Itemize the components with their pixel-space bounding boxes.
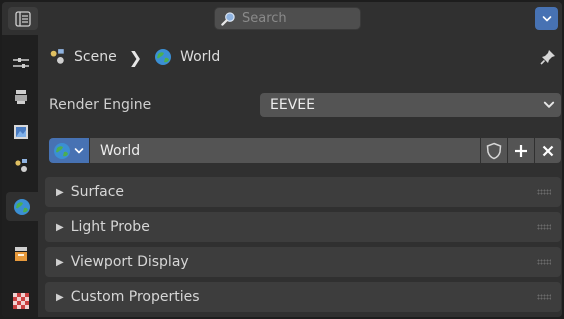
options-dropdown-button[interactable] <box>535 7 558 30</box>
world-icon <box>54 142 70 159</box>
texture-icon <box>12 292 29 309</box>
tool-icon <box>12 57 29 68</box>
world-icon <box>14 198 30 215</box>
breadcrumb: Scene ❯ World <box>48 45 220 69</box>
drag-handle-icon[interactable] <box>537 259 551 265</box>
tab-world[interactable] <box>6 192 38 221</box>
tab-texture[interactable] <box>6 286 35 315</box>
panel-label: Surface <box>70 184 125 200</box>
world-datablock-selector: World <box>49 138 561 163</box>
properties-tab-bar <box>2 35 38 317</box>
panel-custom-properties[interactable]: ▶ Custom Properties <box>45 282 561 312</box>
world-name-field[interactable]: World <box>90 138 480 163</box>
pin-button[interactable] <box>538 47 558 67</box>
chevron-down-icon <box>74 147 84 153</box>
render-engine-label: Render Engine <box>49 97 152 113</box>
search-icon <box>221 12 235 26</box>
chevron-down-icon <box>542 15 551 21</box>
tab-collection[interactable] <box>6 239 35 268</box>
world-name-value: World <box>100 142 141 159</box>
tab-tool[interactable] <box>6 48 35 77</box>
world-icon <box>155 49 172 65</box>
panel-viewport-display[interactable]: ▶ Viewport Display <box>45 247 561 277</box>
render-engine-value: EEVEE <box>270 97 315 113</box>
world-properties-panel: Scene ❯ World Render Engine EEVEE World … <box>38 35 562 317</box>
editor-type-button[interactable] <box>8 7 38 30</box>
panel-label: Light Probe <box>70 219 150 235</box>
tab-render[interactable] <box>6 82 35 111</box>
plus-icon <box>515 144 527 157</box>
browse-world-button[interactable] <box>49 138 89 163</box>
expand-triangle-icon: ▶ <box>56 256 64 268</box>
collection-icon <box>14 246 27 261</box>
chevron-down-icon <box>543 101 555 108</box>
pin-icon <box>540 50 555 65</box>
scene-icon <box>14 158 27 172</box>
search-field[interactable] <box>214 7 361 30</box>
panel-surface[interactable]: ▶ Surface <box>45 177 561 207</box>
tab-scene[interactable] <box>6 151 35 180</box>
expand-triangle-icon: ▶ <box>56 186 64 198</box>
drag-handle-icon[interactable] <box>537 189 551 195</box>
fake-user-button[interactable] <box>481 138 507 163</box>
search-input[interactable] <box>242 11 352 26</box>
panel-light-probe[interactable]: ▶ Light Probe <box>45 212 561 242</box>
chevron-right-icon: ❯ <box>128 47 143 67</box>
unlink-world-button[interactable] <box>535 138 561 163</box>
shield-icon <box>486 142 502 159</box>
tab-output[interactable] <box>6 117 35 146</box>
scene-icon <box>50 49 64 64</box>
output-icon <box>13 124 28 139</box>
panel-label: Custom Properties <box>70 289 200 305</box>
new-world-button[interactable] <box>508 138 534 163</box>
drag-handle-icon[interactable] <box>537 224 551 230</box>
close-icon <box>542 145 554 156</box>
expand-triangle-icon: ▶ <box>56 221 64 233</box>
render-engine-select[interactable]: EEVEE <box>260 93 561 117</box>
breadcrumb-scene: Scene <box>74 49 117 65</box>
panel-label: Viewport Display <box>70 254 189 270</box>
render-icon <box>14 89 27 104</box>
expand-triangle-icon: ▶ <box>56 291 64 303</box>
breadcrumb-world: World <box>180 49 221 65</box>
header-bar <box>2 2 562 35</box>
drag-handle-icon[interactable] <box>537 294 551 300</box>
properties-editor: Scene ❯ World Render Engine EEVEE <box>2 2 562 317</box>
properties-editor-icon <box>15 10 31 27</box>
